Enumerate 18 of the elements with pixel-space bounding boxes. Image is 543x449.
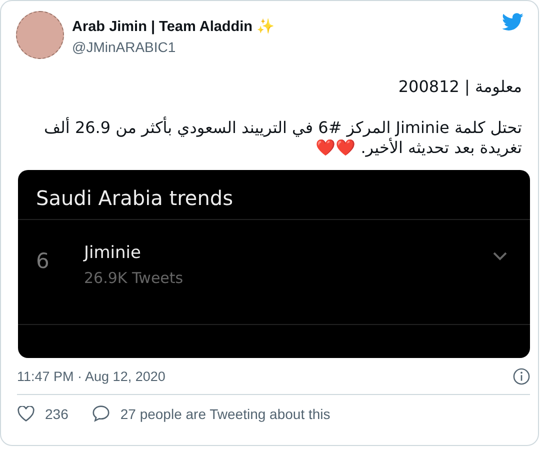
trends-screenshot[interactable]: Saudi Arabia trends 6 Jiminie 26.9K Tweets (18, 170, 530, 358)
profile-avatar[interactable] (16, 11, 64, 59)
like-count[interactable]: 236 (45, 406, 68, 422)
trend-rank: 6 (36, 249, 50, 273)
heart-icon[interactable] (17, 406, 35, 422)
speech-bubble-icon[interactable] (92, 405, 110, 422)
trend-count: 26.9K Tweets (84, 269, 184, 287)
author-name[interactable]: Arab Jimin | Team Aladdin ✨ (72, 18, 494, 35)
chevron-down-icon (492, 251, 508, 261)
bird-logo-icon[interactable] (502, 13, 524, 31)
tweet-text: معلومة | 200812 (397, 77, 522, 97)
tweet-text: تحتل كلمة Jiminie المركز #6 في الترييند السعودي بأكثر من 26.9 ألف تغريدة بعد تحديثه الأخير. ❤❤ (42, 118, 522, 158)
info-icon[interactable] (513, 368, 530, 385)
trend-name: Jiminie (84, 243, 142, 263)
author-handle[interactable]: @JMinARABIC1 (72, 39, 494, 55)
tweet-timestamp[interactable]: 11:47 PM · Aug 12, 2020 (17, 369, 166, 384)
conversation-link[interactable]: 27 people are Tweeting about this (120, 406, 330, 422)
trends-title: Saudi Arabia trends (18, 170, 530, 220)
